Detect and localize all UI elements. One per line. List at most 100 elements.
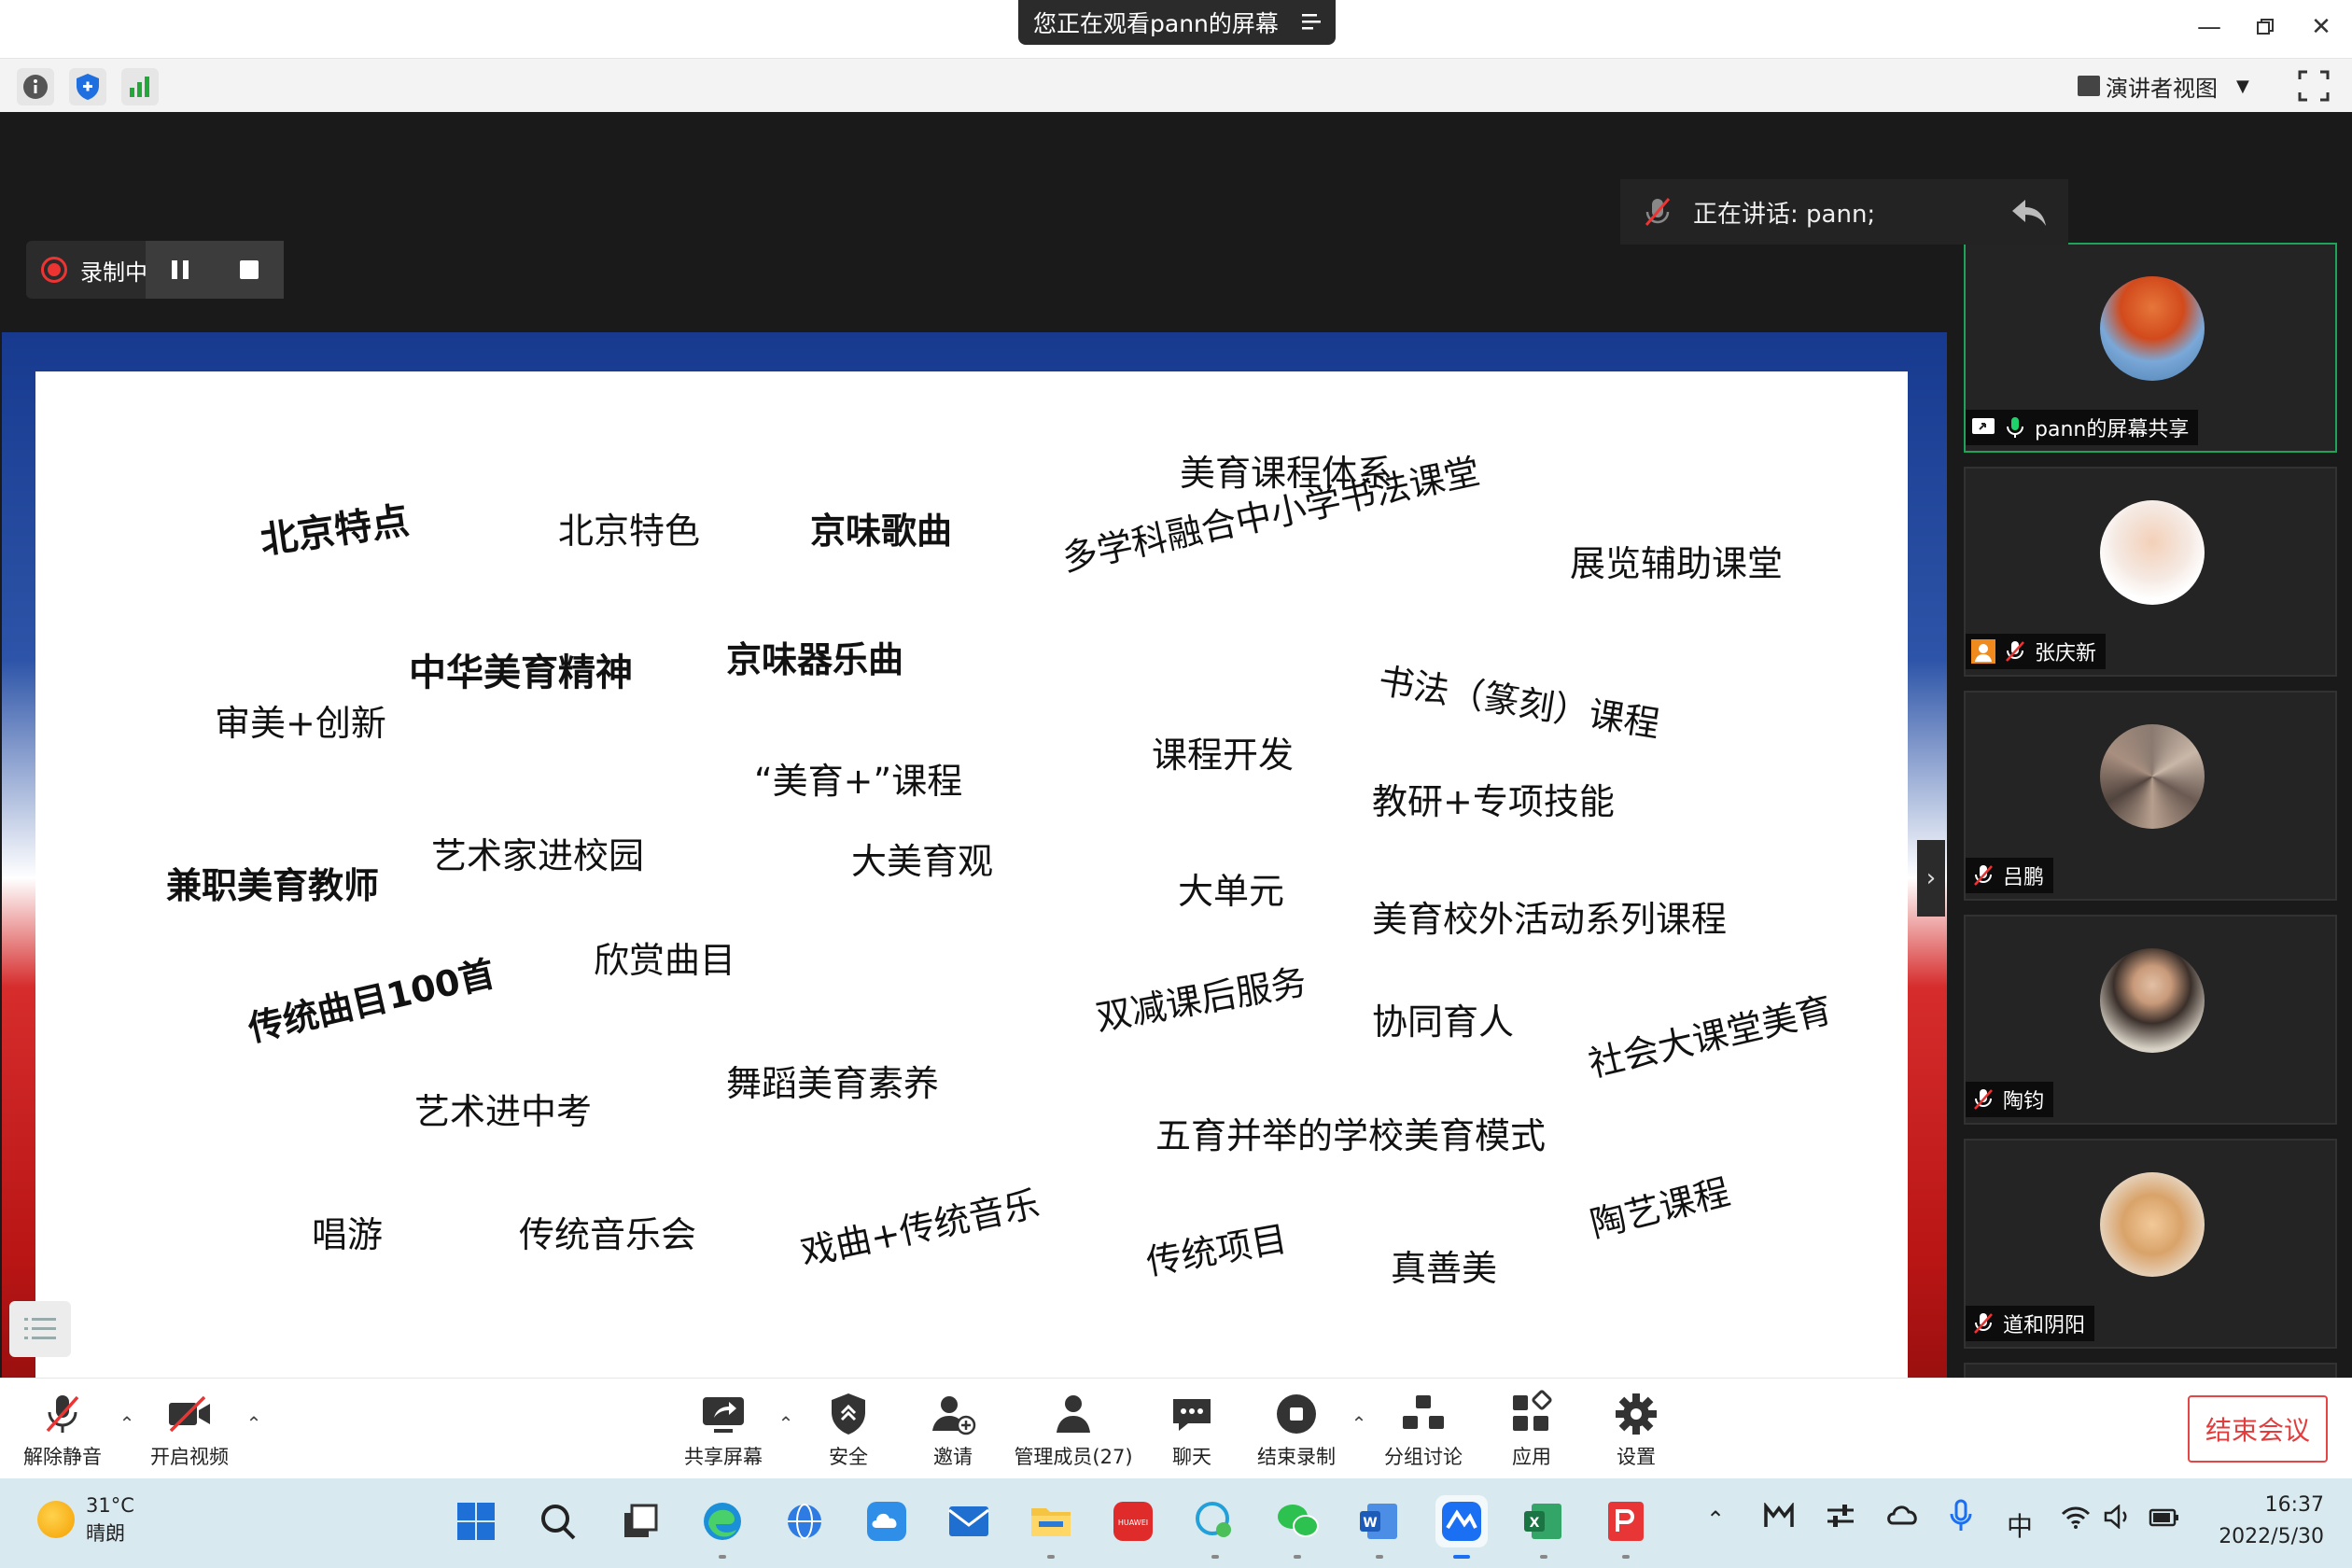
pdf-reader-icon[interactable] xyxy=(1600,1495,1652,1559)
system-clock[interactable]: 16:37 2022/5/30 xyxy=(2203,1490,2324,1553)
participant-name-bar: pann的屏幕共享 xyxy=(1966,410,2199,445)
share-options-caret[interactable]: ⌃ xyxy=(775,1412,797,1435)
participant-name: 陶钧 xyxy=(2003,1090,2045,1113)
start-video-button[interactable]: 开启视频 xyxy=(138,1390,241,1470)
weather-widget[interactable]: 31°C 晴朗 xyxy=(37,1491,134,1547)
task-view-icon[interactable] xyxy=(614,1495,666,1547)
speaker-view-icon xyxy=(2078,76,2100,96)
stop-recording-button[interactable] xyxy=(215,241,284,299)
huawei-app-icon[interactable]: HUAWEI xyxy=(1107,1495,1159,1547)
ime-indicator[interactable]: 中 xyxy=(2007,1506,2033,1544)
minimize-icon[interactable]: — xyxy=(2195,13,2223,41)
video-options-caret[interactable]: ⌃ xyxy=(243,1412,265,1435)
chevron-down-icon: ▼ xyxy=(2236,76,2249,96)
stop-recording-icon xyxy=(1277,1394,1316,1434)
slide-list-button[interactable] xyxy=(9,1301,71,1357)
battery-plug-icon[interactable] xyxy=(2149,1505,2182,1534)
chevron-up-icon[interactable]: ⌃ xyxy=(1706,1506,1725,1533)
svg-text:X: X xyxy=(1530,1516,1540,1531)
cloud-app-icon[interactable] xyxy=(861,1495,913,1547)
participant-name: 吕鹏 xyxy=(2003,866,2045,889)
sliders-icon[interactable] xyxy=(1826,1503,1855,1534)
info-icon[interactable] xyxy=(17,68,54,105)
unmute-button[interactable]: 解除静音 xyxy=(11,1390,114,1470)
onedrive-cloud-icon[interactable] xyxy=(1885,1503,1919,1533)
word-tag: 京味歌曲 xyxy=(810,511,953,552)
word-tag: 审美+创新 xyxy=(215,703,386,744)
mic-icon xyxy=(2007,417,2023,438)
security-button[interactable]: 安全 xyxy=(797,1390,900,1470)
wechat-icon[interactable] xyxy=(1271,1495,1323,1559)
participant-tile[interactable]: pann的屏幕共享 xyxy=(1964,243,2337,453)
microphone-icon[interactable] xyxy=(1949,1499,1973,1538)
shield-icon[interactable] xyxy=(69,68,106,105)
word-tag: 传统音乐会 xyxy=(519,1214,697,1255)
chat-bubble-app-icon[interactable] xyxy=(1189,1495,1241,1559)
end-meeting-button[interactable]: 结束会议 xyxy=(2188,1395,2328,1463)
participant-tile[interactable]: 道和阴阳 xyxy=(1964,1139,2337,1349)
collapse-panel-button[interactable]: › xyxy=(1917,840,1945,917)
browser-globe-icon[interactable] xyxy=(778,1495,831,1547)
mail-icon[interactable] xyxy=(943,1495,995,1547)
search-icon[interactable] xyxy=(532,1495,584,1547)
pause-recording-button[interactable] xyxy=(146,241,215,299)
excel-icon[interactable]: X xyxy=(1518,1495,1570,1559)
restore-icon[interactable] xyxy=(2251,13,2279,41)
sun-icon xyxy=(37,1501,75,1538)
file-explorer-icon[interactable] xyxy=(1025,1495,1077,1559)
participant-tile[interactable]: 张庆新 xyxy=(1964,467,2337,677)
breakout-button[interactable]: 分组讨论 xyxy=(1372,1390,1475,1470)
word-tag: 教研+专项技能 xyxy=(1372,781,1615,822)
word-tag: 协同育人 xyxy=(1372,1001,1515,1043)
word-tag: 社会大课堂美育 xyxy=(1584,988,1836,1085)
participant-tile[interactable]: 吕鹏 xyxy=(1964,691,2337,901)
stop-recording-toolbar-button[interactable]: 结束录制 xyxy=(1245,1390,1348,1470)
avatar xyxy=(2100,276,2205,381)
speaking-indicator: 正在讲话: pann; xyxy=(1620,179,2068,245)
word-tag: 陶艺课程 xyxy=(1586,1170,1734,1246)
word-tag: 传统项目 xyxy=(1142,1217,1291,1283)
recording-options-caret[interactable]: ⌃ xyxy=(1348,1412,1370,1435)
word-tag: 兼职美育教师 xyxy=(166,865,380,906)
tencent-meeting-icon[interactable] xyxy=(1435,1495,1488,1559)
breakout-label: 分组讨论 xyxy=(1384,1446,1463,1468)
start-menu-icon[interactable] xyxy=(450,1495,502,1547)
chat-button[interactable]: 聊天 xyxy=(1141,1390,1243,1470)
apps-button[interactable]: 应用 xyxy=(1480,1390,1583,1470)
participant-name: pann的屏幕共享 xyxy=(2035,418,2190,441)
apps-icon xyxy=(1513,1390,1552,1431)
volume-icon[interactable] xyxy=(2104,1504,2134,1534)
wifi-icon[interactable] xyxy=(2061,1505,2091,1534)
meeting-info-bar: 演讲者视图 ▼ xyxy=(0,58,2352,112)
participant-name-bar: 张庆新 xyxy=(1966,634,2107,669)
settings-button[interactable]: 设置 xyxy=(1585,1390,1687,1470)
security-label: 安全 xyxy=(829,1446,868,1468)
invite-button[interactable]: 邀请 xyxy=(902,1390,1004,1470)
close-icon[interactable]: ✕ xyxy=(2307,13,2335,41)
screen-share-icon xyxy=(1972,418,1995,434)
chat-label: 聊天 xyxy=(1172,1446,1211,1468)
members-icon xyxy=(1057,1395,1090,1433)
edge-browser-icon[interactable] xyxy=(696,1495,749,1559)
audio-options-caret[interactable]: ⌃ xyxy=(116,1412,138,1435)
apps-label: 应用 xyxy=(1512,1446,1551,1468)
manage-members-button[interactable]: 管理成员(27) xyxy=(1010,1390,1137,1470)
chevron-right-icon: › xyxy=(1925,864,1937,892)
screen-title-pill[interactable]: 您正在观看pann的屏幕 xyxy=(1018,0,1336,45)
shared-screen: 美育课程体系 北京特点 北京特色 京味歌曲 多学科融合中小学书法课堂 展览辅助课… xyxy=(2,332,1947,1424)
mic-muted-icon xyxy=(1974,1313,1993,1334)
signal-icon[interactable] xyxy=(121,68,159,105)
settings-label: 设置 xyxy=(1617,1446,1656,1468)
reply-arrow-icon[interactable] xyxy=(2009,192,2050,231)
word-tag: 京味器乐曲 xyxy=(726,639,904,680)
participant-name-bar: 陶钧 xyxy=(1966,1082,2054,1117)
tray-app-icon[interactable] xyxy=(1764,1502,1794,1534)
speaker-view-dropdown[interactable]: 演讲者视图 ▼ xyxy=(2078,66,2277,105)
word-tag: 真善美 xyxy=(1391,1248,1498,1289)
share-screen-button[interactable]: 共享屏幕 xyxy=(672,1390,775,1470)
word-icon[interactable]: W xyxy=(1353,1495,1406,1559)
mic-muted-icon xyxy=(1974,1089,1993,1110)
fullscreen-icon[interactable] xyxy=(2298,70,2330,102)
participant-tile[interactable]: 陶钧 xyxy=(1964,915,2337,1125)
menu-icon[interactable] xyxy=(1302,13,1323,30)
